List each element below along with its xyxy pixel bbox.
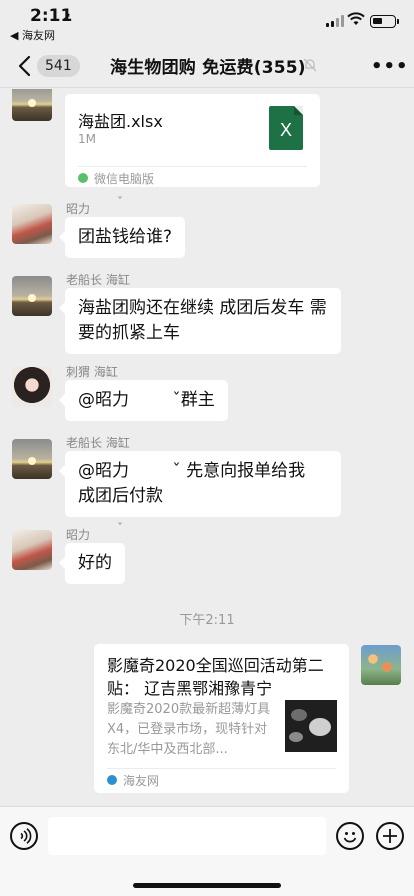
avatar[interactable] [12, 204, 52, 244]
battery-icon [370, 15, 399, 28]
back-to-app-link[interactable]: ◀ 海友网 [10, 27, 55, 43]
mute-bell-icon [303, 58, 317, 72]
voice-input-icon[interactable] [10, 822, 38, 850]
unread-count-badge[interactable]: 541 [37, 55, 80, 77]
sender-name: 刺猬 海缸 [66, 365, 118, 379]
message-bubble[interactable]: 好的 [59, 543, 125, 584]
link-thumbnail [285, 700, 337, 752]
avatar[interactable] [12, 530, 52, 570]
location-arrow-icon: ➚ [62, 10, 72, 23]
sender-name-suffix: ˇ [117, 195, 123, 209]
plus-icon[interactable] [376, 822, 404, 850]
file-size: 1M [78, 132, 96, 146]
cellular-signal-icon [326, 15, 344, 27]
message-bubble[interactable]: @昭力 ˇ 先意向报单给我 成团后付款 [59, 451, 341, 517]
message-input[interactable] [48, 817, 326, 855]
wifi-icon [347, 12, 365, 25]
more-options-icon[interactable]: ••• [371, 56, 409, 77]
link-description: 影魔奇2020款最新超薄灯具X4，已登录市场，现特针对东北/华中及西北部... [107, 702, 271, 757]
message-bubble[interactable]: @昭力 ˇ群主 [59, 380, 228, 421]
home-indicator[interactable] [133, 883, 281, 888]
chat-header: 541 海生物团购 免运费(355) ••• [0, 44, 414, 88]
file-source: 微信电脑版 [94, 172, 155, 186]
link-share-card[interactable]: 影魔奇2020全国巡回活动第二贴： 辽吉黑鄂湘豫青宁 影魔奇2020款最新超薄灯… [94, 644, 349, 793]
sender-name: 昭力 [66, 528, 91, 542]
file-name: 海盐团.xlsx [78, 112, 163, 131]
message-list[interactable]: 海盐团.xlsx 1M X 微信电脑版 昭力 ˇ 团盐钱给谁? 老船长 海缸 海… [0, 89, 414, 806]
my-avatar[interactable] [361, 645, 401, 685]
link-title: 影魔奇2020全国巡回活动第二贴： 辽吉黑鄂湘豫青宁 [107, 656, 324, 698]
avatar[interactable] [12, 276, 52, 316]
card-divider [78, 166, 307, 167]
site-logo-icon [107, 775, 117, 785]
emoji-icon[interactable] [336, 822, 364, 850]
input-bar [0, 806, 414, 896]
avatar[interactable] [12, 89, 52, 121]
file-message-card[interactable]: 海盐团.xlsx 1M X 微信电脑版 [65, 94, 320, 187]
sender-name: 昭力 [66, 202, 91, 216]
sender-name: 老船长 海缸 [66, 273, 130, 287]
chat-title: 海生物团购 免运费(355) [110, 58, 306, 78]
link-source: 海友网 [123, 774, 160, 788]
excel-file-icon: X [269, 106, 303, 150]
wechat-pc-icon [78, 173, 88, 183]
timestamp-divider: 下午2:11 [179, 613, 235, 628]
avatar[interactable] [12, 439, 52, 479]
status-bar: 2:11 ➚ ◀ 海友网 [0, 0, 414, 44]
sender-name-suffix: ˇ [117, 521, 123, 535]
message-bubble[interactable]: 团盐钱给谁? [58, 217, 186, 258]
message-bubble[interactable]: 海盐团购还在继续 成团后发车 需要的抓紧上车 [59, 288, 341, 354]
card-divider [107, 768, 336, 769]
avatar[interactable] [12, 367, 52, 407]
sender-name: 老船长 海缸 [66, 436, 130, 450]
back-chevron-icon[interactable] [16, 54, 36, 78]
